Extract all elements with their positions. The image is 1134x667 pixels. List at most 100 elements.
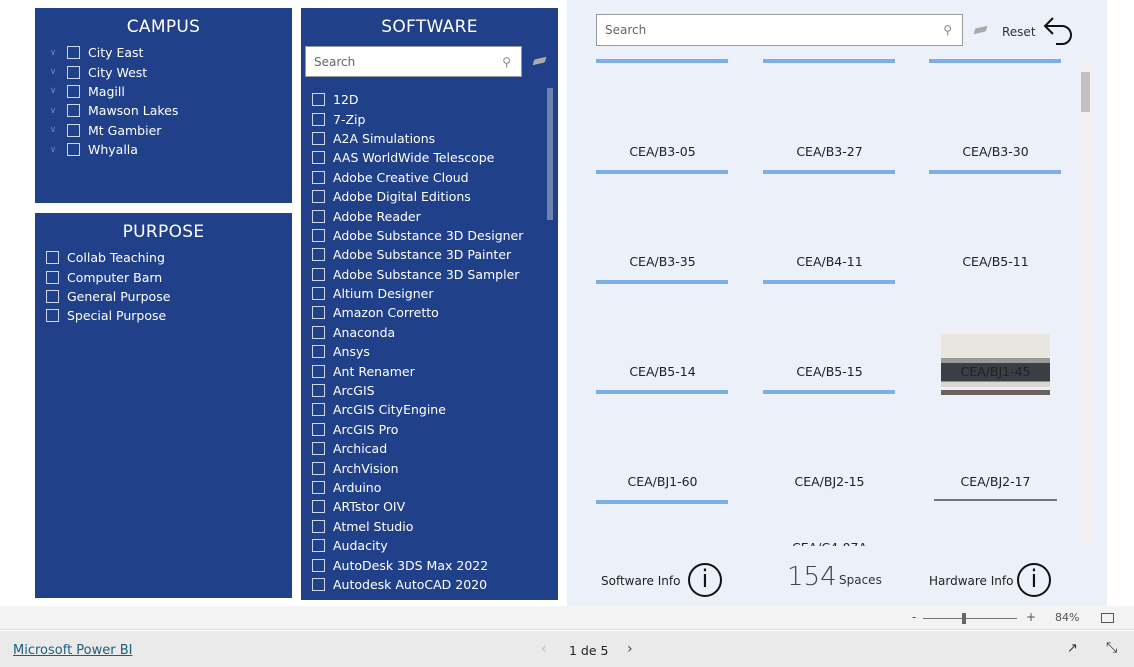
checkbox[interactable]	[312, 267, 325, 281]
room-card[interactable]: CEA/BJ1-45	[929, 364, 1062, 379]
room-card[interactable]: CEA/B3-30	[929, 144, 1062, 159]
chevron-down-icon[interactable]: ∨	[47, 145, 59, 155]
spaces-search-input[interactable]: Search ⚲	[596, 14, 963, 46]
checkbox[interactable]	[312, 364, 325, 378]
chevron-down-icon[interactable]: ∨	[47, 86, 59, 96]
room-card[interactable]: CEA/BJ2-17	[929, 474, 1062, 489]
software-item[interactable]: Adobe Reader	[312, 206, 523, 225]
software-item[interactable]: Ansys	[312, 342, 523, 361]
checkbox[interactable]	[312, 461, 325, 475]
room-thumbnail[interactable]	[929, 170, 1061, 174]
campus-item[interactable]: ∨ Mt Gambier	[47, 121, 292, 140]
software-item[interactable]: Ant Renamer	[312, 361, 523, 380]
purpose-item[interactable]: Special Purpose	[46, 306, 292, 325]
checkbox[interactable]	[312, 209, 325, 223]
chevron-down-icon[interactable]: ∨	[47, 125, 59, 135]
software-item[interactable]: Amazon Corretto	[312, 303, 523, 322]
room-card[interactable]: CEA/C4-07A	[763, 540, 896, 546]
software-item[interactable]: 12D	[312, 90, 523, 109]
checkbox[interactable]	[67, 46, 80, 60]
share-icon[interactable]: ↗	[1067, 641, 1078, 656]
checkbox[interactable]	[312, 403, 325, 417]
campus-item[interactable]: ∨ City East	[47, 43, 292, 62]
room-card[interactable]: CEA/BJ2-15	[763, 474, 896, 489]
checkbox[interactable]	[46, 289, 59, 303]
room-card[interactable]: CEA/BJ1-60	[596, 474, 729, 489]
software-item[interactable]: ArcGIS Pro	[312, 420, 523, 439]
software-item[interactable]: AutoDesk 3DS Max 2022	[312, 555, 523, 574]
checkbox[interactable]	[312, 558, 325, 572]
software-item[interactable]: Adobe Substance 3D Sampler	[312, 265, 523, 284]
software-info-icon[interactable]: i	[688, 563, 722, 597]
reset-button[interactable]: Reset	[1002, 25, 1036, 39]
room-photo[interactable]	[941, 334, 1050, 387]
prev-page-button[interactable]: ‹	[541, 641, 547, 657]
checkbox[interactable]	[312, 131, 325, 145]
checkbox[interactable]	[312, 519, 325, 533]
software-item[interactable]: Adobe Substance 3D Painter	[312, 245, 523, 264]
purpose-item[interactable]: Collab Teaching	[46, 248, 292, 267]
checkbox[interactable]	[312, 500, 325, 514]
grid-scrollbar[interactable]	[1079, 58, 1091, 546]
software-item[interactable]: Audacity	[312, 536, 523, 555]
room-thumbnail[interactable]	[596, 500, 728, 504]
software-item[interactable]: Autodesk AutoCAD 2020	[312, 575, 523, 594]
chevron-down-icon[interactable]: ∨	[47, 48, 59, 58]
chevron-down-icon[interactable]: ∨	[47, 67, 59, 77]
software-search-input[interactable]: Search ⚲	[305, 46, 522, 77]
checkbox[interactable]	[312, 248, 325, 262]
purpose-item[interactable]: General Purpose	[46, 287, 292, 306]
checkbox[interactable]	[67, 84, 80, 98]
room-thumbnail[interactable]	[763, 280, 895, 284]
zoom-in-button[interactable]: +	[1026, 610, 1036, 624]
hardware-info-icon[interactable]: i	[1017, 563, 1051, 597]
room-thumbnail[interactable]	[929, 59, 1061, 63]
checkbox[interactable]	[312, 422, 325, 436]
zoom-out-button[interactable]: -	[912, 610, 916, 624]
purpose-item[interactable]: Computer Barn	[46, 267, 292, 286]
chevron-down-icon[interactable]: ∨	[47, 106, 59, 116]
checkbox[interactable]	[312, 170, 325, 184]
checkbox[interactable]	[312, 306, 325, 320]
room-thumbnail[interactable]	[596, 390, 728, 394]
room-thumbnail[interactable]	[763, 390, 895, 394]
checkbox[interactable]	[312, 112, 325, 126]
room-card[interactable]: CEA/B4-11	[763, 254, 896, 269]
checkbox[interactable]	[312, 481, 325, 494]
room-thumbnail[interactable]	[596, 280, 728, 284]
software-item[interactable]: Atmel Studio	[312, 517, 523, 536]
room-card[interactable]: CEA/B5-14	[596, 364, 729, 379]
room-thumbnail[interactable]	[934, 499, 1057, 501]
clear-selection-icon[interactable]	[532, 56, 547, 66]
checkbox[interactable]	[67, 143, 80, 157]
checkbox[interactable]	[312, 442, 325, 456]
fit-to-page-icon[interactable]	[1101, 613, 1114, 623]
checkbox[interactable]	[312, 287, 325, 301]
checkbox[interactable]	[67, 104, 80, 118]
room-thumbnail[interactable]	[596, 59, 728, 63]
checkbox[interactable]	[46, 309, 59, 323]
room-card[interactable]: CEA/B5-15	[763, 364, 896, 379]
undo-icon[interactable]	[1042, 14, 1076, 48]
checkbox[interactable]	[67, 123, 80, 137]
software-item[interactable]: 7-Zip	[312, 109, 523, 128]
campus-item[interactable]: ∨ City West	[47, 62, 292, 81]
room-card[interactable]: CEA/B3-35	[596, 254, 729, 269]
room-thumbnail[interactable]	[763, 59, 895, 63]
checkbox[interactable]	[312, 93, 325, 107]
room-card[interactable]: CEA/B3-05	[596, 144, 729, 159]
room-thumbnail[interactable]	[941, 390, 1050, 395]
software-item[interactable]: ArchVision	[312, 458, 523, 477]
software-item[interactable]: ArcGIS	[312, 381, 523, 400]
checkbox[interactable]	[312, 228, 325, 242]
software-item[interactable]: Arduino	[312, 478, 523, 497]
software-item[interactable]: ArcGIS CityEngine	[312, 400, 523, 419]
clear-selection-icon[interactable]	[973, 25, 988, 35]
checkbox[interactable]	[312, 539, 325, 553]
campus-item[interactable]: ∨ Mawson Lakes	[47, 101, 292, 120]
software-item[interactable]: AAS WorldWide Telescope	[312, 148, 523, 167]
checkbox[interactable]	[312, 384, 325, 398]
software-item[interactable]: Adobe Digital Editions	[312, 187, 523, 206]
room-thumbnail[interactable]	[763, 170, 895, 174]
software-item[interactable]: Adobe Creative Cloud	[312, 168, 523, 187]
